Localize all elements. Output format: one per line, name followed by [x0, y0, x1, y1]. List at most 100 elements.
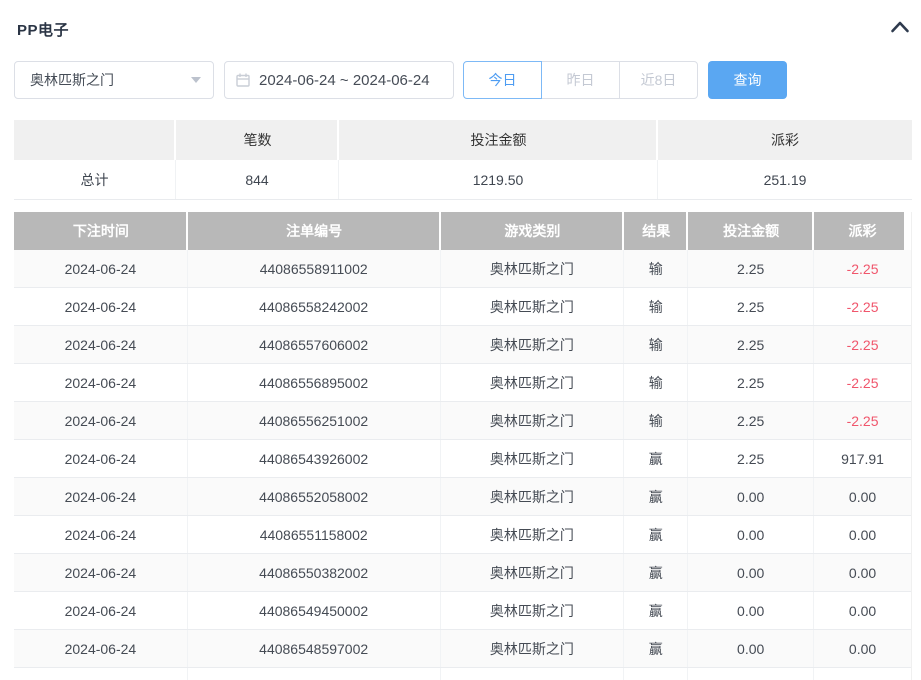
- cell-order-no: 44086550382002: [188, 554, 441, 591]
- cell-bet-amount: 0.00: [688, 554, 814, 591]
- header-game-type: 游戏类别: [441, 212, 625, 250]
- summary-header-blank: [14, 120, 176, 160]
- summary-total-count: 844: [176, 160, 339, 199]
- summary-header-bet-amount: 投注金额: [339, 120, 658, 160]
- cell-bet-time: 2024-06-24: [14, 288, 188, 325]
- summary-total-payout: 251.19: [658, 160, 912, 199]
- cell-payout: -2.25: [814, 326, 911, 363]
- cell-payout: -2.25: [814, 402, 911, 439]
- cell-bet-time: 2024-06-24: [14, 630, 188, 667]
- date-range-value: 2024-06-24 ~ 2024-06-24: [259, 72, 430, 89]
- filter-bar: 奥林匹斯之门 2024-06-24 ~ 2024-06-24 今日 昨日 近8日…: [14, 61, 912, 99]
- table-row: 2024-06-2444086558242002奥林匹斯之门输2.25-2.25: [14, 288, 911, 326]
- cell-game-type: 奥林匹斯之门: [441, 326, 625, 363]
- cell-order-no: 44086548597002: [188, 630, 441, 667]
- cell-game-type: 奥林匹斯之门: [441, 402, 625, 439]
- cell-game-type: 奥林匹斯之门: [441, 364, 625, 401]
- cell-order-no: 44086558242002: [188, 288, 441, 325]
- records-header-row: 下注时间 注单编号 游戏类别 结果 投注金额 派彩: [14, 212, 911, 250]
- cell-bet-amount: 0.00: [688, 592, 814, 629]
- calendar-icon: [235, 72, 251, 88]
- header-bet-time: 下注时间: [14, 212, 188, 250]
- today-button[interactable]: 今日: [463, 61, 542, 99]
- table-row: 2024-06-2444086548597002奥林匹斯之门赢0.000.00: [14, 630, 911, 668]
- header-payout: 派彩: [814, 212, 911, 250]
- cell-bet-time: 2024-06-24: [14, 402, 188, 439]
- cell-bet-amount: 2.25: [688, 250, 814, 287]
- header-result: 结果: [624, 212, 688, 250]
- cell-result: 赢: [624, 630, 688, 667]
- cell-order-no: 44086556895002: [188, 364, 441, 401]
- cell-order-no: 44086558911002: [188, 250, 441, 287]
- cell-order-no: 44086557606002: [188, 326, 441, 363]
- cell-bet-time: 2024-06-24: [14, 364, 188, 401]
- cell-order-no: 44086543926002: [188, 440, 441, 477]
- table-row: 2024-06-2444086558911002奥林匹斯之门输2.25-2.25: [14, 250, 911, 288]
- cell-bet-time: 2024-06-24: [14, 592, 188, 629]
- summary-header-payout: 派彩: [658, 120, 912, 160]
- cell-bet-time: 2024-06-24: [14, 478, 188, 515]
- cell-bet-time: 2024-06-24: [14, 554, 188, 591]
- table-row: 2024-06-2444086551158002奥林匹斯之门赢0.000.00: [14, 516, 911, 554]
- table-row: 2024-06-2444086543926002奥林匹斯之门赢2.25917.9…: [14, 440, 911, 478]
- table-row: 2024-06-2444086557606002奥林匹斯之门输2.25-2.25: [14, 326, 911, 364]
- search-button[interactable]: 查询: [708, 61, 787, 99]
- header-order-no: 注单编号: [188, 212, 441, 250]
- quick-date-group: 今日 昨日 近8日: [463, 61, 698, 99]
- table-body: 2024-06-2444086558911002奥林匹斯之门输2.25-2.25…: [14, 250, 911, 668]
- panel-header: PP电子: [14, 18, 912, 40]
- cell-bet-amount: 2.25: [688, 402, 814, 439]
- chevron-up-icon: [890, 20, 910, 38]
- cell-bet-amount: 2.25: [688, 326, 814, 363]
- cell-result: 赢: [624, 478, 688, 515]
- panel-title: PP电子: [17, 19, 69, 40]
- table-row: 2024-06-2444086556895002奥林匹斯之门输2.25-2.25: [14, 364, 911, 402]
- cell-game-type: 奥林匹斯之门: [441, 440, 625, 477]
- cell-bet-time: 2024-06-24: [14, 250, 188, 287]
- date-range-input[interactable]: 2024-06-24 ~ 2024-06-24: [224, 61, 454, 99]
- summary-header-count: 笔数: [176, 120, 339, 160]
- table-row: 2024-06-2444086556251002奥林匹斯之门输2.25-2.25: [14, 402, 911, 440]
- cell-bet-time: 2024-06-24: [14, 326, 188, 363]
- cell-game-type: 奥林匹斯之门: [441, 250, 625, 287]
- table-row-partial: [14, 668, 911, 680]
- cell-game-type: 奥林匹斯之门: [441, 516, 625, 553]
- cell-bet-amount: 0.00: [688, 516, 814, 553]
- cell-payout: 0.00: [814, 592, 911, 629]
- cell-result: 输: [624, 250, 688, 287]
- cell-payout: 0.00: [814, 478, 911, 515]
- summary-total-row: 总计 844 1219.50 251.19: [14, 160, 912, 200]
- summary-table: 笔数 投注金额 派彩 总计 844 1219.50 251.19: [14, 120, 912, 200]
- cell-game-type: 奥林匹斯之门: [441, 554, 625, 591]
- summary-header-row: 笔数 投注金额 派彩: [14, 120, 912, 160]
- yesterday-button[interactable]: 昨日: [541, 61, 620, 99]
- cell-order-no: 44086556251002: [188, 402, 441, 439]
- cell-bet-amount: 0.00: [688, 630, 814, 667]
- cell-order-no: 44086552058002: [188, 478, 441, 515]
- cell-result: 输: [624, 402, 688, 439]
- cell-bet-amount: 2.25: [688, 440, 814, 477]
- cell-order-no: 44086551158002: [188, 516, 441, 553]
- cell-payout: 917.91: [814, 440, 911, 477]
- cell-result: 输: [624, 326, 688, 363]
- records-table: 下注时间 注单编号 游戏类别 结果 投注金额 派彩 2024-06-244408…: [14, 212, 912, 680]
- last8days-button[interactable]: 近8日: [619, 61, 698, 99]
- cell-bet-amount: 2.25: [688, 288, 814, 325]
- cell-payout: -2.25: [814, 364, 911, 401]
- game-select-value: 奥林匹斯之门: [30, 70, 114, 90]
- cell-payout: -2.25: [814, 288, 911, 325]
- cell-result: 输: [624, 364, 688, 401]
- cell-payout: 0.00: [814, 516, 911, 553]
- cell-payout: 0.00: [814, 630, 911, 667]
- cell-bet-amount: 2.25: [688, 364, 814, 401]
- cell-bet-time: 2024-06-24: [14, 440, 188, 477]
- table-row: 2024-06-2444086552058002奥林匹斯之门赢0.000.00: [14, 478, 911, 516]
- table-row: 2024-06-2444086550382002奥林匹斯之门赢0.000.00: [14, 554, 911, 592]
- table-row: 2024-06-2444086549450002奥林匹斯之门赢0.000.00: [14, 592, 911, 630]
- collapse-button[interactable]: [888, 20, 912, 38]
- cell-result: 赢: [624, 516, 688, 553]
- caret-down-icon: [191, 77, 201, 83]
- cell-game-type: 奥林匹斯之门: [441, 592, 625, 629]
- cell-payout: 0.00: [814, 554, 911, 591]
- game-select[interactable]: 奥林匹斯之门: [14, 61, 214, 99]
